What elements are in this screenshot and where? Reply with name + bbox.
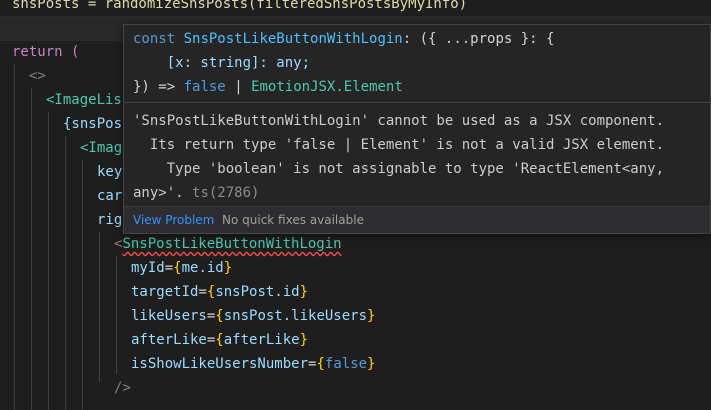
fragment-tag: <>	[29, 68, 46, 84]
prop-name: targetId	[131, 284, 199, 300]
signature-params: : ({ ...props }: {	[402, 31, 555, 47]
car-attr: car	[97, 188, 123, 204]
return-keyword: return (	[12, 44, 80, 60]
code-line-key: key	[97, 160, 122, 184]
hover-tooltip: const SnsPostLikeButtonWithLogin: ({ ...…	[123, 24, 711, 234]
code-line-rig: rig	[97, 208, 122, 232]
self-close-tag: />	[114, 380, 131, 396]
key-attr: key	[97, 164, 123, 180]
signature-false: false	[183, 79, 226, 95]
prop-name: isShowLikeUsersNumber	[131, 356, 309, 372]
prop-value: false	[324, 356, 368, 372]
component-name-error[interactable]: SnsPostLikeButtonWithLogin	[122, 236, 341, 252]
signature-name: SnsPostLikeButtonWithLogin	[183, 31, 403, 47]
prop-value: afterLike	[223, 332, 300, 348]
error-code: ts(2786)	[192, 185, 260, 201]
code-line-self-close: />	[114, 376, 131, 400]
prop-value: snsPost.id	[215, 284, 300, 300]
type-signature: const SnsPostLikeButtonWithLogin: ({ ...…	[133, 27, 554, 99]
tooltip-status-bar: View Problem No quick fixes available	[124, 206, 710, 233]
signature-arrow: }) =>	[133, 79, 176, 95]
indent-guide	[48, 112, 49, 410]
code-line-1: snsPosts = randomizeSnsPosts(filteredSns…	[12, 0, 467, 16]
code-line-component: <SnsPostLikeButtonWithLogin	[114, 232, 342, 256]
prop-line: myId={me.id}	[131, 260, 233, 276]
tooltip-divider	[124, 102, 710, 103]
code-line-car: car	[97, 184, 122, 208]
indent-guide	[65, 136, 66, 410]
prop-line: targetId={snsPost.id}	[131, 284, 309, 300]
error-line: Type 'boolean' is not assignable to type…	[133, 161, 665, 177]
signature-return-type: EmotionJSX.Element	[251, 79, 403, 95]
rig-attr: rig	[97, 212, 123, 228]
indent-guide	[116, 256, 117, 374]
prop-value: snsPost.likeUsers	[223, 308, 368, 324]
image-tag: <Imag	[80, 140, 123, 156]
view-problem-link[interactable]: View Problem	[133, 207, 214, 233]
indent-guide	[31, 88, 32, 410]
code-line-fragment: <>	[29, 64, 46, 88]
code-line-imagelist: <ImageLis	[46, 88, 122, 112]
code-text: snsPosts = randomizeSnsPosts(filteredSns…	[12, 0, 468, 12]
indent-guide	[99, 232, 100, 382]
prop-value: me.id	[181, 260, 224, 276]
code-line-image: <Imag	[80, 136, 122, 160]
code-line-return: return (	[12, 40, 79, 64]
code-line-snspost: {snsPost	[63, 112, 130, 136]
imagelist-tag: <ImageLis	[46, 92, 122, 108]
prop-line: isShowLikeUsersNumber={false}	[131, 356, 376, 372]
error-line: Its return type 'false | Element' is not…	[133, 137, 665, 153]
indent-guide	[14, 64, 15, 410]
prop-line: afterLike={afterLike}	[131, 332, 309, 348]
prop-line: likeUsers={snsPost.likeUsers}	[131, 308, 376, 324]
error-line: 'SnsPostLikeButtonWithLogin' cannot be u…	[133, 113, 665, 129]
const-keyword: const	[133, 31, 176, 47]
prop-name: afterLike	[131, 332, 207, 348]
snspost-expression: {snsPost	[63, 116, 131, 132]
prop-name: myId	[131, 260, 165, 276]
prop-name: likeUsers	[131, 308, 207, 324]
error-message: 'SnsPostLikeButtonWithLogin' cannot be u…	[133, 109, 703, 205]
error-line: any>'.	[133, 185, 184, 201]
signature-index-type: [x: string]: any;	[166, 55, 311, 71]
no-quick-fixes-text: No quick fixes available	[222, 213, 364, 227]
indent-guide	[82, 160, 83, 410]
signature-pipe: |	[234, 79, 243, 95]
